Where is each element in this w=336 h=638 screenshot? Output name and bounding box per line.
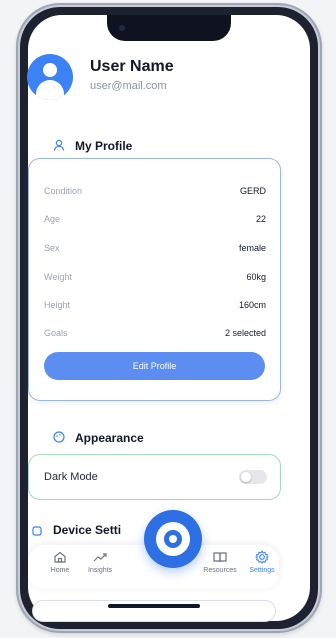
profile-value: GERD (239, 186, 266, 196)
profile-label: Condition (44, 186, 83, 196)
nav-settings-label: Settings (249, 567, 275, 574)
profile-row: Height 160cm (44, 300, 266, 316)
nav-insights[interactable]: Insights (76, 549, 124, 585)
insights-icon (93, 553, 107, 562)
palette-icon (53, 431, 65, 443)
nav-settings[interactable]: Settings (238, 549, 286, 585)
profile-label: Age (44, 214, 61, 224)
center-dot (169, 535, 177, 543)
device-icon (32, 526, 42, 536)
profile-value: female (238, 243, 266, 253)
nav-insights-label: Insights (87, 567, 113, 574)
home-indicator (108, 604, 200, 608)
home-icon (54, 551, 66, 563)
user-name: User Name (90, 58, 174, 75)
section-title-appearance: Appearance (75, 431, 144, 445)
dark-mode-label: Dark Mode (44, 471, 98, 483)
settings-icon (254, 549, 270, 564)
edit-profile-button[interactable]: Edit Profile (44, 352, 265, 380)
profile-value: 60kg (246, 272, 266, 282)
profile-row: Condition GERD (44, 186, 266, 202)
profile-value: 22 (255, 214, 266, 224)
dark-mode-toggle[interactable] (239, 470, 267, 484)
camera-icon (119, 25, 125, 31)
user-email: user@mail.com (90, 80, 167, 92)
profile-row: Weight 60kg (44, 272, 266, 288)
profile-value: 2 selected (224, 328, 266, 338)
profile-row: Sex female (44, 243, 266, 259)
nav-resources[interactable]: Resources (196, 549, 244, 585)
toggle-knob (241, 472, 251, 482)
profile-label: Goals (44, 328, 68, 338)
nav-resources-label: Resources (203, 567, 237, 574)
avatar-head (43, 63, 57, 77)
profile-value: 160cm (238, 300, 266, 310)
avatar[interactable] (27, 54, 73, 100)
profile-label: Sex (44, 243, 60, 253)
resources-icon (213, 552, 227, 563)
profile-row: Goals 2 selected (44, 328, 266, 344)
section-title-device: Device Setti (53, 523, 122, 537)
center-action-button[interactable] (144, 510, 202, 568)
dark-mode-card: Dark Mode (28, 454, 281, 500)
section-title-profile: My Profile (75, 139, 133, 153)
user-icon (53, 139, 65, 151)
avatar-body (36, 80, 64, 100)
profile-card: Condition GERD Age 22 Sex female Weight … (28, 158, 281, 401)
profile-row: Age 22 (44, 214, 266, 230)
profile-label: Height (44, 300, 71, 310)
phone-notch (107, 15, 231, 41)
profile-label: Weight (44, 272, 72, 282)
